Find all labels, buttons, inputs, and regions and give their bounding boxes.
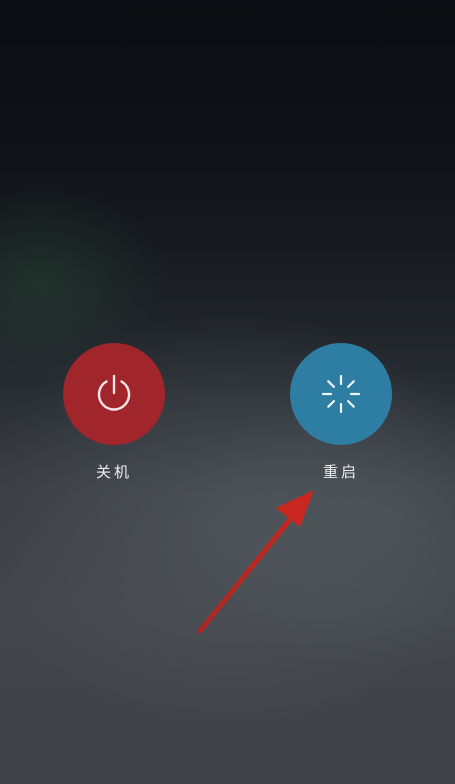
restart-label: 重启 (322, 463, 359, 481)
shutdown-option: 关机 (62, 343, 166, 482)
loading-spinner-icon (321, 374, 361, 414)
restart-option: 重启 (289, 343, 393, 482)
restart-button[interactable] (290, 343, 392, 445)
shutdown-label: 关机 (95, 463, 132, 481)
power-menu: 关机 重启 (0, 0, 455, 784)
power-icon (97, 374, 131, 411)
shutdown-button[interactable] (63, 343, 165, 445)
